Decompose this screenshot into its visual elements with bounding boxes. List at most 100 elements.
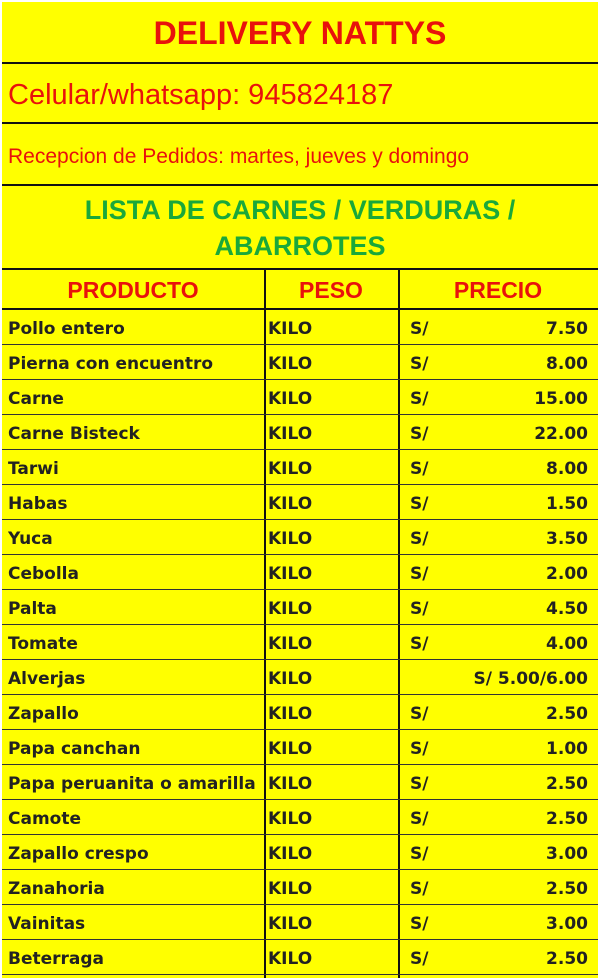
product-unit: KILO [268,319,313,339]
product-price: 2.50 [546,774,588,794]
table-row: Cebolla KILO S/2.00 [2,555,598,590]
product-unit: KILO [268,809,313,829]
product-price: 22.00 [534,424,588,444]
product-price: 8.00 [546,354,588,374]
product-price: 2.50 [546,809,588,829]
currency-symbol: S/ [410,809,429,829]
product-name: Pierna con encuentro [8,354,214,374]
table-row: Carne Bisteck KILO S/22.00 [2,415,598,450]
product-name: Beterraga [8,949,105,969]
product-price: 3.00 [546,914,588,934]
table-header: PRODUCTO PESO PRECIO [2,270,598,310]
business-title: DELIVERY NATTYS [2,2,598,64]
product-name: Tomate [8,634,78,654]
product-price: 2.50 [546,879,588,899]
product-name: Carne [8,389,64,409]
currency-symbol: S/ [410,844,429,864]
product-unit: KILO [268,914,313,934]
product-price: S/ 5.00/6.00 [473,669,588,689]
product-name: Tarwi [8,459,59,479]
currency-symbol: S/ [410,774,429,794]
currency-symbol: S/ [410,739,429,759]
product-unit: KILO [268,424,313,444]
product-unit: KILO [268,459,313,479]
product-name: Zanahoria [8,879,105,899]
product-price: 2.50 [546,704,588,724]
currency-symbol: S/ [410,949,429,969]
table-row: Alverjas KILO S/ 5.00/6.00 [2,660,598,695]
table-row: Zapallo KILO S/2.50 [2,695,598,730]
product-unit: KILO [268,739,313,759]
product-unit: KILO [268,354,313,374]
product-unit: KILO [268,704,313,724]
table-row: Zapallo crespo KILO S/3.00 [2,835,598,870]
product-unit: KILO [268,529,313,549]
currency-symbol: S/ [410,599,429,619]
currency-symbol: S/ [410,704,429,724]
product-price: 7.50 [546,319,588,339]
product-name: Alverjas [8,669,86,689]
table-row: Vainitas KILO S/3.00 [2,905,598,940]
currency-symbol: S/ [410,564,429,584]
product-price: 1.50 [546,494,588,514]
currency-symbol: S/ [410,494,429,514]
currency-symbol: S/ [410,914,429,934]
table-row: Papa canchan KILO S/1.00 [2,730,598,765]
column-header-precio: PRECIO [453,277,543,303]
table-row: Beterraga KILO S/2.50 [2,940,598,975]
price-list-sheet: DELIVERY NATTYS Celular/whatsapp: 945824… [2,2,598,978]
table-row: Habas KILO S/1.50 [2,485,598,520]
phone-line: Celular/whatsapp: 945824187 [2,64,598,124]
table-row: Zanahoria KILO S/2.50 [2,870,598,905]
product-name: Cebolla [8,564,79,584]
product-unit: KILO [268,949,313,969]
product-name: Palta [8,599,57,619]
product-price: 2.00 [546,564,588,584]
product-name: Pollo entero [8,319,125,339]
product-price: 3.50 [546,529,588,549]
product-price: 15.00 [534,389,588,409]
table-row: Yuca KILO S/3.50 [2,520,598,555]
currency-symbol: S/ [410,424,429,444]
currency-symbol: S/ [410,354,429,374]
table-row: Tarwi KILO S/8.00 [2,450,598,485]
table-row: Tomate KILO S/4.00 [2,625,598,660]
reception-days: Recepcion de Pedidos: martes, jueves y d… [2,124,598,186]
product-name: Papa peruanita o amarilla [8,774,256,794]
table-row: Palta KILO S/4.50 [2,590,598,625]
table-row: Camote KILO S/2.50 [2,800,598,835]
product-name: Yuca [8,529,53,549]
list-heading: LISTA DE CARNES / VERDURAS / ABARROTES [2,186,598,270]
product-name: Papa canchan [8,739,141,759]
currency-symbol: S/ [410,879,429,899]
product-price: 8.00 [546,459,588,479]
product-name: Vainitas [8,914,86,934]
column-header-peso: PESO [299,277,363,303]
currency-symbol: S/ [410,389,429,409]
product-unit: KILO [268,634,313,654]
product-name: Zapallo crespo [8,844,149,864]
table-row: Pierna con encuentro KILO S/8.00 [2,345,598,380]
product-unit: KILO [268,494,313,514]
product-name: Camote [8,809,81,829]
product-price: 4.50 [546,599,588,619]
product-unit: KILO [268,879,313,899]
product-unit: KILO [268,564,313,584]
product-name: Carne Bisteck [8,424,140,444]
product-name: Habas [8,494,68,514]
currency-symbol: S/ [410,529,429,549]
product-table-body: Pollo entero KILO S/7.50 Pierna con encuent… [2,310,598,975]
column-header-producto: PRODUCTO [67,277,199,303]
table-row: Pollo entero KILO S/7.50 [2,310,598,345]
list-heading-line1: LISTA DE CARNES / VERDURAS / [84,195,516,225]
table-row: Papa peruanita o amarilla KILO S/2.50 [2,765,598,800]
table-row: Carne KILO S/15.00 [2,380,598,415]
product-unit: KILO [268,669,313,689]
product-price: 3.00 [546,844,588,864]
product-price: 1.00 [546,739,588,759]
list-heading-line2: ABARROTES [214,231,386,261]
product-unit: KILO [268,599,313,619]
product-unit: KILO [268,389,313,409]
product-unit: KILO [268,844,313,864]
currency-symbol: S/ [410,459,429,479]
